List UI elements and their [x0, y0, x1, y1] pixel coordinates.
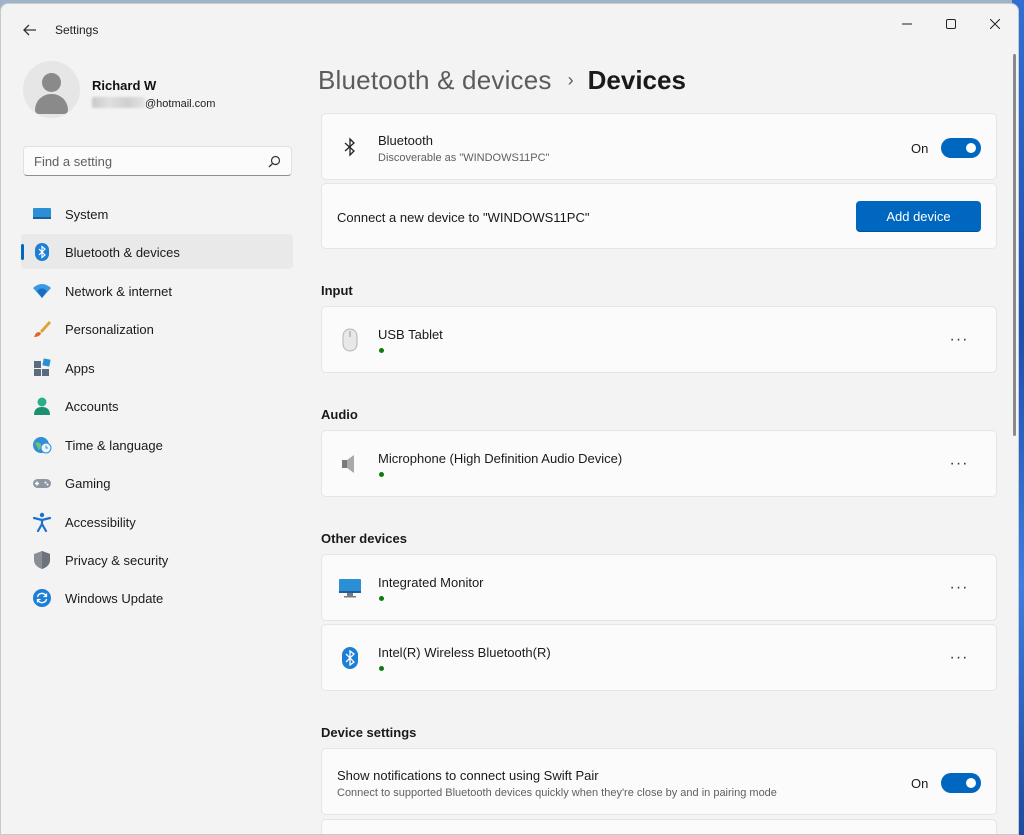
accessibility-icon: [32, 512, 52, 532]
swift-pair-subtitle: Connect to supported Bluetooth devices q…: [337, 787, 777, 799]
device-card-integrated-monitor[interactable]: Integrated Monitor ···: [321, 554, 997, 621]
more-options-button[interactable]: ···: [944, 452, 974, 476]
more-options-button[interactable]: ···: [944, 576, 974, 600]
mouse-icon: [342, 328, 358, 352]
app-title: Settings: [55, 23, 99, 37]
device-name: Integrated Monitor: [378, 575, 484, 590]
user-email: @hotmail.com: [92, 97, 215, 110]
bluetooth-subtitle: Discoverable as "WINDOWS11PC": [378, 152, 550, 164]
add-device-card: Connect a new device to "WINDOWS11PC" Ad…: [321, 183, 997, 249]
sidebar-item-accounts[interactable]: Accounts: [21, 388, 293, 423]
back-arrow-icon[interactable]: [15, 16, 45, 44]
sidebar-item-system[interactable]: System: [21, 196, 293, 231]
swift-pair-toggle[interactable]: [941, 773, 981, 793]
user-name: Richard W: [92, 78, 157, 93]
sidebar-item-bluetooth-devices[interactable]: Bluetooth & devices: [21, 234, 293, 270]
search-input[interactable]: Find a setting: [23, 146, 292, 176]
device-card-usb-tablet[interactable]: USB Tablet ···: [321, 306, 997, 373]
device-card-intel-bluetooth[interactable]: Intel(R) Wireless Bluetooth(R) ···: [321, 624, 997, 691]
bluetooth-icon: [35, 243, 49, 262]
device-card-microphone[interactable]: Microphone (High Definition Audio Device…: [321, 430, 997, 497]
section-title-audio: Audio: [321, 407, 358, 422]
close-icon[interactable]: [972, 8, 1018, 40]
sidebar-nav: System Bluetooth & devices Network & int…: [21, 196, 293, 619]
sidebar-item-apps[interactable]: Apps: [21, 350, 293, 385]
connected-status-dot: [379, 472, 384, 477]
scrollbar[interactable]: [1013, 54, 1016, 436]
connected-status-dot: [379, 666, 384, 671]
page-title: Devices: [587, 65, 686, 95]
settings-window: Settings Richard W @hotmail.com Find a s…: [0, 3, 1019, 835]
bluetooth-icon: [344, 137, 355, 157]
bluetooth-toggle[interactable]: [941, 138, 981, 158]
update-icon: [33, 589, 51, 608]
search-icon: [268, 155, 281, 168]
next-setting-card: [321, 819, 997, 834]
breadcrumb-parent[interactable]: Bluetooth & devices: [318, 65, 552, 95]
sidebar-item-network[interactable]: Network & internet: [21, 273, 293, 308]
accounts-icon: [34, 397, 50, 416]
brush-icon: [34, 321, 51, 338]
bluetooth-icon: [342, 647, 358, 669]
system-icon: [33, 208, 51, 219]
section-title-input: Input: [321, 283, 353, 298]
bluetooth-title: Bluetooth: [378, 133, 433, 148]
monitor-icon: [339, 579, 361, 598]
shield-icon: [34, 550, 50, 569]
user-profile[interactable]: Richard W @hotmail.com: [23, 61, 293, 121]
apps-icon: [34, 358, 51, 376]
breadcrumb: Bluetooth & devices › Devices: [318, 65, 686, 101]
bluetooth-toggle-state: On: [911, 141, 929, 156]
device-name: Intel(R) Wireless Bluetooth(R): [378, 645, 551, 660]
connected-status-dot: [379, 596, 384, 601]
more-options-button[interactable]: ···: [944, 646, 974, 670]
maximize-icon[interactable]: [928, 8, 974, 40]
more-options-button[interactable]: ···: [944, 328, 974, 352]
device-name: Microphone (High Definition Audio Device…: [378, 451, 623, 466]
swift-pair-card: Show notifications to connect using Swif…: [321, 748, 997, 815]
connected-status-dot: [379, 348, 384, 353]
avatar: [23, 61, 80, 118]
speaker-icon: [342, 455, 354, 473]
title-bar: Settings: [1, 4, 1018, 52]
minimize-icon[interactable]: [884, 8, 930, 40]
section-title-other-devices: Other devices: [321, 531, 407, 546]
sidebar-item-gaming[interactable]: Gaming: [21, 465, 293, 500]
globe-clock-icon: [33, 436, 52, 454]
redacted-email-prefix: [92, 97, 145, 108]
wifi-icon: [33, 283, 51, 298]
chevron-right-icon: ›: [567, 70, 574, 90]
sidebar-item-accessibility[interactable]: Accessibility: [21, 504, 293, 539]
sidebar-item-windows-update[interactable]: Windows Update: [21, 580, 293, 615]
device-name: USB Tablet: [378, 327, 443, 342]
sidebar-item-privacy-security[interactable]: Privacy & security: [21, 542, 293, 577]
sidebar-item-personalization[interactable]: Personalization: [21, 311, 293, 346]
section-title-device-settings: Device settings: [321, 725, 417, 740]
swift-pair-title: Show notifications to connect using Swif…: [337, 768, 599, 783]
swift-pair-toggle-state: On: [911, 776, 929, 791]
gamepad-icon: [33, 479, 51, 489]
search-placeholder: Find a setting: [34, 154, 113, 169]
sidebar-item-time-language[interactable]: Time & language: [21, 427, 293, 462]
bluetooth-card: Bluetooth Discoverable as "WINDOWS11PC" …: [321, 113, 997, 180]
add-device-button[interactable]: Add device: [856, 201, 981, 232]
add-device-label: Connect a new device to "WINDOWS11PC": [337, 210, 590, 225]
